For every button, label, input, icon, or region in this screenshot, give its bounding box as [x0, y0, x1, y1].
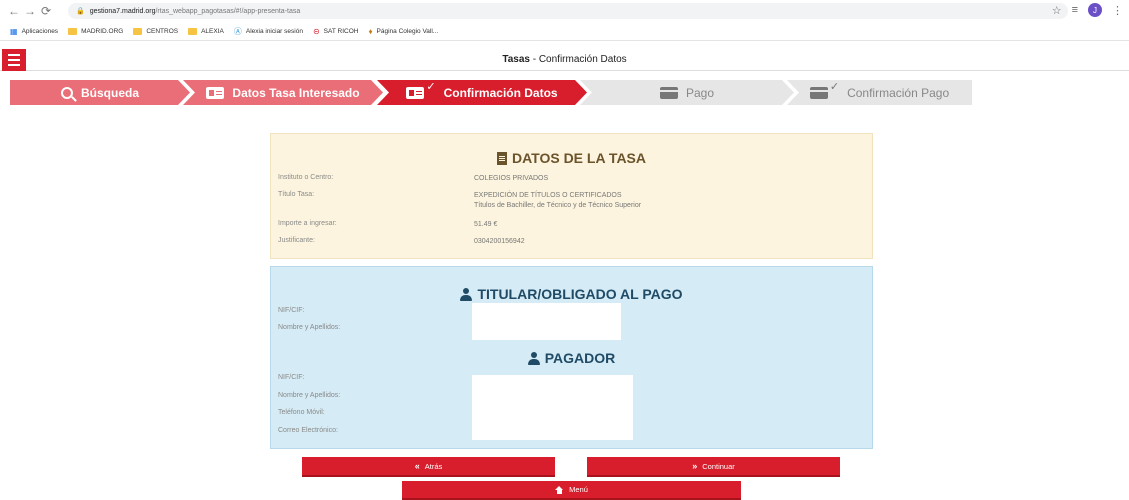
hamburger-menu-icon[interactable] [2, 49, 26, 71]
pagador-data-field[interactable] [472, 375, 633, 440]
bookmark-aplicaciones[interactable]: ▦ Aplicaciones [10, 27, 58, 36]
checkmark-icon: ✓ [829, 81, 840, 93]
url-path: /rtas_webapp_pagotasas/#!/app-presenta-t… [155, 7, 301, 15]
pagador-telefono-label: Teléfono Móvil: [278, 409, 325, 416]
menu-button[interactable]: Menú [402, 481, 741, 500]
step-confirmacion-pago: ✓ Confirmación Pago [787, 80, 972, 105]
search-icon [60, 86, 73, 99]
titular-nombre-label: Nombre y Apellidos: [278, 324, 341, 331]
user-icon [527, 351, 540, 365]
titular-data-field[interactable] [472, 303, 621, 340]
checkmark-icon: ✓ [426, 81, 436, 93]
continue-button[interactable]: » Continuar [587, 457, 840, 477]
lock-icon: 🔒 [76, 8, 85, 15]
tasa-title: DATOS DE LA TASA [271, 150, 872, 166]
folder-icon [133, 27, 143, 35]
app-header: Tasas - Confirmación Datos [0, 48, 1129, 71]
pagador-correo-label: Correo Electrónico: [278, 427, 338, 434]
titulo-value: EXPEDICIÓN DE TÍTULOS O CERTIFICADOS [474, 192, 622, 199]
step-datos-tasa-interesado[interactable]: Datos Tasa Interesado [183, 80, 383, 105]
star-icon[interactable]: ☆ [1052, 4, 1062, 17]
alexia-icon: Ⓐ [233, 26, 242, 36]
user-icon [460, 287, 473, 301]
credit-card-check-icon [809, 86, 828, 99]
bookmarks-bar: ▦ Aplicaciones MADRID.ORG CENTROS ALEXIA… [0, 22, 1129, 41]
browser-toolbar: ← → ⟳ 🔒 gestiona7.madrid.org /rtas_webap… [0, 0, 1129, 22]
reading-list-icon[interactable]: ≡ [1072, 4, 1078, 16]
progress-stepper: Búsqueda Datos Tasa Interesado ✓ Confirm… [10, 80, 972, 105]
importe-label: Importe a ingresar: [278, 220, 337, 227]
ricoh-icon: ⊝ [312, 26, 320, 36]
step-busqueda[interactable]: Búsqueda [10, 80, 190, 105]
bookmark-alexia[interactable]: ALEXIA [188, 27, 224, 35]
id-card-icon [206, 86, 225, 99]
apps-grid-icon: ▦ [10, 26, 18, 36]
titulo-label: Título Tasa: [278, 191, 315, 198]
id-card-check-icon [406, 86, 425, 99]
back-arrow-icon[interactable]: ← [6, 4, 22, 18]
page-title: Tasas - Confirmación Datos [502, 53, 627, 65]
url-host: gestiona7.madrid.org [89, 7, 156, 15]
instituto-label: Instituto o Centro: [278, 174, 334, 181]
justificante-label: Justificante: [278, 237, 315, 244]
folder-icon [188, 27, 198, 35]
double-chevron-left-icon: « [414, 461, 420, 471]
pagador-nombre-label: Nombre y Apellidos: [278, 392, 341, 399]
titulo-subvalue: Títulos de Bachiller, de Técnico y de Té… [474, 202, 642, 209]
folder-icon [68, 27, 78, 35]
bookmark-pagina-colegio[interactable]: ♦ Página Colegio Vall... [368, 27, 438, 36]
instituto-value: COLEGIOS PRIVADOS [474, 175, 549, 182]
forward-arrow-icon[interactable]: → [22, 4, 38, 18]
tasa-panel: DATOS DE LA TASA Instituto o Centro: COL… [270, 133, 873, 259]
bookmark-sat-ricoh[interactable]: ⊝ SAT RICOH [313, 27, 359, 36]
reload-icon[interactable]: ⟳ [38, 4, 54, 18]
double-chevron-right-icon: » [692, 461, 698, 471]
titular-pagador-panel: TITULAR/OBLIGADO AL PAGO NIF/CIF: Nombre… [270, 266, 873, 449]
step-confirmacion-datos[interactable]: ✓ Confirmación Datos [377, 80, 587, 105]
step-pago: Pago [580, 80, 794, 105]
home-icon [555, 485, 564, 494]
importe-value: 51.49 € [474, 221, 498, 228]
bookmark-centros[interactable]: CENTROS [133, 27, 178, 35]
credit-card-icon [659, 86, 678, 99]
more-menu-icon[interactable]: ⋮ [1112, 4, 1123, 17]
pagador-title: PAGADOR [271, 350, 872, 366]
bookmark-madrid-org[interactable]: MADRID.ORG [68, 27, 123, 35]
titular-title: TITULAR/OBLIGADO AL PAGO [271, 286, 872, 302]
bookmark-alexia-login[interactable]: Ⓐ Alexia iniciar sesión [234, 26, 303, 37]
document-icon [496, 151, 507, 165]
school-icon: ♦ [368, 26, 373, 36]
justificante-value: 0304200156942 [474, 238, 525, 245]
profile-avatar[interactable]: J [1088, 3, 1102, 17]
address-bar[interactable]: 🔒 gestiona7.madrid.org /rtas_webapp_pago… [68, 3, 1068, 19]
pagador-nif-label: NIF/CIF: [278, 374, 305, 381]
back-button[interactable]: « Atrás [302, 457, 555, 477]
titular-nif-label: NIF/CIF: [278, 307, 305, 314]
